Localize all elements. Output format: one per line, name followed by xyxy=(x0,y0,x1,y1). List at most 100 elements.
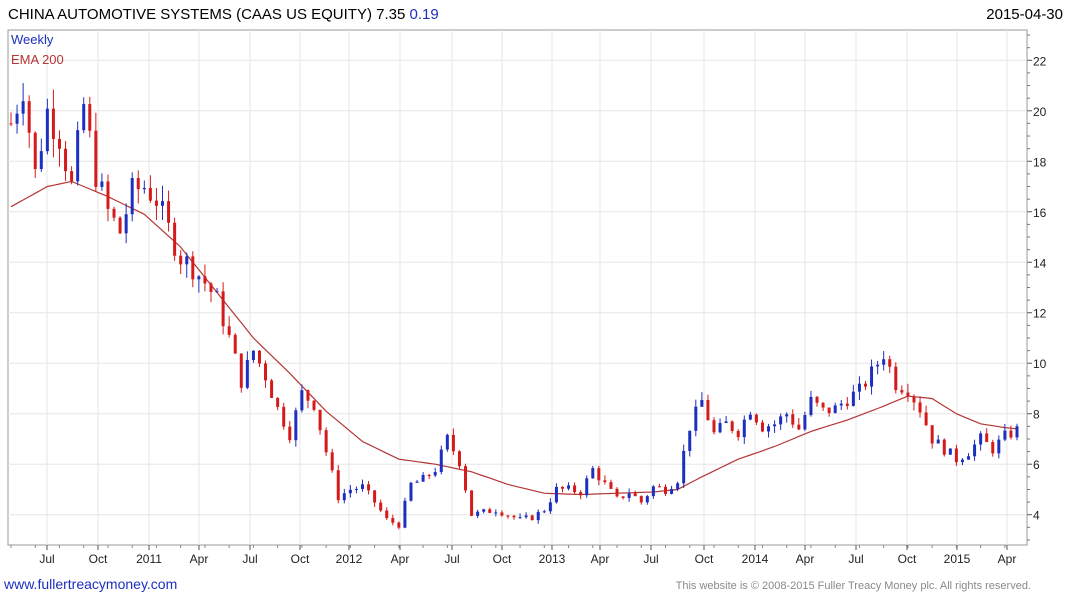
site-link[interactable]: www.fullertreacymoney.com xyxy=(4,576,177,592)
copyright-notice: This website is © 2008-2015 Fuller Treac… xyxy=(675,580,1031,592)
candle-body xyxy=(967,456,971,460)
candle-body xyxy=(215,291,219,293)
candle-body xyxy=(985,433,989,443)
candle-body xyxy=(373,490,377,503)
candle-body xyxy=(888,359,892,367)
candle-body xyxy=(1003,430,1007,440)
candle-body xyxy=(391,518,395,523)
candle-body xyxy=(748,414,752,420)
chart-title: CHINA AUTOMOTIVE SYSTEMS (CAAS US EQUITY… xyxy=(8,6,439,23)
candle-body xyxy=(409,482,413,501)
candle-body xyxy=(918,402,922,413)
candle-body xyxy=(154,200,158,206)
legend-weekly: Weekly xyxy=(11,32,54,47)
candle-body xyxy=(106,181,110,209)
y-tick-label: 8 xyxy=(1033,408,1040,422)
candle-body xyxy=(342,493,346,501)
candle-body xyxy=(724,421,728,424)
candle-body xyxy=(354,488,358,490)
candle-body xyxy=(148,187,152,201)
y-tick-label: 4 xyxy=(1033,509,1040,523)
candle-body xyxy=(421,474,425,482)
candle-body xyxy=(45,108,49,152)
candle-body xyxy=(664,486,668,494)
candle-body xyxy=(288,426,292,441)
candle-body xyxy=(476,511,480,516)
candle-body xyxy=(82,104,86,131)
candle-body xyxy=(512,515,516,518)
candle-body xyxy=(736,430,740,438)
x-tick-label: Jul xyxy=(444,552,459,566)
candle-body xyxy=(518,517,522,519)
x-tick-label: Jul xyxy=(242,552,257,566)
candle-body xyxy=(991,442,995,454)
candle-body xyxy=(554,486,558,503)
candle-body xyxy=(167,201,171,223)
candle-body xyxy=(960,459,964,463)
candle-body xyxy=(203,276,207,284)
candle-body xyxy=(560,486,564,489)
candle-body xyxy=(615,488,619,497)
x-tick-label: 2014 xyxy=(742,552,769,566)
x-tick-label: Oct xyxy=(291,552,310,566)
candle-body xyxy=(754,414,758,423)
candle-body xyxy=(548,502,552,512)
candle-body xyxy=(924,412,928,426)
candle-body xyxy=(221,291,225,327)
x-tick-label: Apr xyxy=(998,552,1017,566)
candle-body xyxy=(912,396,916,403)
x-tick-label: Oct xyxy=(89,552,108,566)
candle-body xyxy=(173,222,177,256)
x-tick-label: Jul xyxy=(848,552,863,566)
candle-body xyxy=(439,449,443,473)
candle-body xyxy=(609,482,613,489)
candle-body xyxy=(100,181,104,187)
x-tick-label: Oct xyxy=(898,552,917,566)
candle-body xyxy=(403,500,407,528)
candle-body xyxy=(651,486,655,497)
candle-body xyxy=(330,452,334,471)
candle-body xyxy=(827,407,831,414)
candle-body xyxy=(282,406,286,427)
candle-body xyxy=(657,486,661,488)
candle-body xyxy=(809,396,813,416)
candle-body xyxy=(488,509,492,513)
candle-body xyxy=(645,496,649,503)
candle-body xyxy=(530,515,534,521)
price-chart: 4 6 8 10 12 14 16 18 20 22 Jul Oct 2011 Apr Jul Oct 201… xyxy=(7,29,1047,566)
candle-body xyxy=(379,502,383,511)
y-tick-label: 6 xyxy=(1033,458,1040,472)
y-tick-label: 18 xyxy=(1033,155,1047,169)
candle-body xyxy=(936,439,940,444)
candle-body xyxy=(633,493,637,497)
candle-body xyxy=(627,493,631,498)
candle-body xyxy=(33,132,37,170)
candle-body xyxy=(579,492,583,496)
y-tick-label: 16 xyxy=(1033,206,1047,220)
x-tick-label: 2015 xyxy=(944,552,971,566)
x-tick-label: Oct xyxy=(695,552,714,566)
candle-body xyxy=(730,421,734,431)
candle-body xyxy=(227,326,231,335)
candle-body xyxy=(239,353,243,388)
candle-body xyxy=(870,366,874,387)
candle-body xyxy=(621,496,625,498)
x-tick-label: 2012 xyxy=(336,552,363,566)
candle-body xyxy=(688,430,692,451)
candle-body xyxy=(433,472,437,476)
candle-body xyxy=(482,509,486,512)
candle-body xyxy=(112,208,116,218)
candle-body xyxy=(445,434,449,450)
candle-body xyxy=(773,424,777,427)
candle-body xyxy=(27,101,31,133)
y-tick-label: 14 xyxy=(1033,256,1047,270)
candle-body xyxy=(785,414,789,417)
candle-body xyxy=(639,496,643,503)
candle-body xyxy=(64,148,68,172)
y-tick-label: 12 xyxy=(1033,307,1047,321)
candle-body xyxy=(360,484,364,489)
candle-body xyxy=(94,130,98,187)
candle-body xyxy=(118,217,122,234)
x-tick-label: 2013 xyxy=(539,552,566,566)
candle-body xyxy=(209,283,213,292)
